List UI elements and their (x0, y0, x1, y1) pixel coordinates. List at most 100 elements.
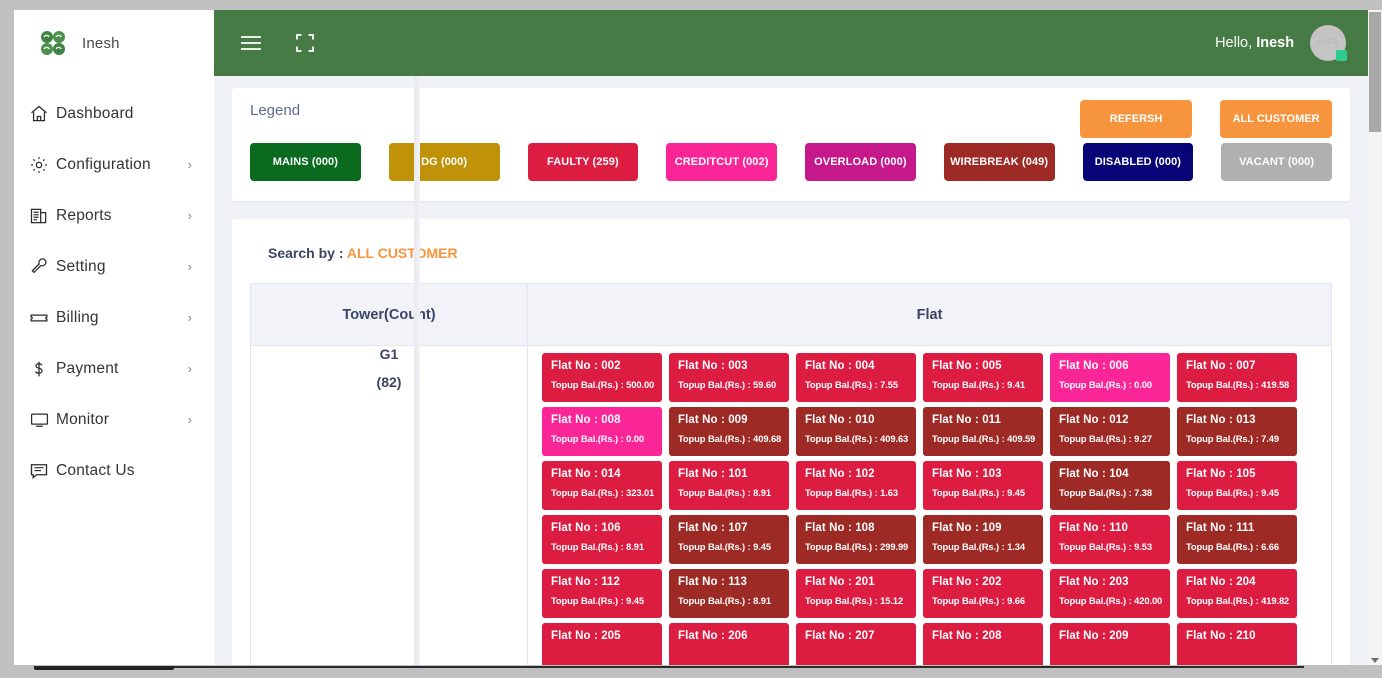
flat-card[interactable]: Flat No : 104 Topup Bal.(Rs.) : 7.38 (1050, 461, 1170, 510)
flat-balance: Topup Bal.(Rs.) : 6.66 (1186, 541, 1279, 552)
legend-faulty-button[interactable]: FAULTY (259) (527, 143, 639, 181)
flat-card[interactable]: Flat No : 107 Topup Bal.(Rs.) : 9.45 (669, 515, 789, 564)
flat-balance: Topup Bal.(Rs.) : 59.60 (678, 379, 777, 390)
flat-card[interactable]: Flat No : 209 (1050, 623, 1170, 665)
flat-card[interactable]: Flat No : 007 Topup Bal.(Rs.) : 419.58 (1177, 353, 1297, 402)
legend-overload-button[interactable]: OVERLOAD (000) (805, 143, 916, 181)
flat-balance: Topup Bal.(Rs.) : 409.63 (805, 433, 909, 444)
table-header-row: Tower(Count) Flat (250, 283, 1333, 346)
flat-card[interactable]: Flat No : 005 Topup Bal.(Rs.) : 9.41 (923, 353, 1043, 402)
vertical-scrollbar[interactable] (1368, 10, 1382, 665)
flat-card[interactable]: Flat No : 204 Topup Bal.(Rs.) : 419.82 (1177, 569, 1297, 618)
flat-card[interactable]: Flat No : 208 (923, 623, 1043, 665)
flat-balance: Topup Bal.(Rs.) : 9.53 (1059, 541, 1152, 552)
flat-number: Flat No : 101 (678, 468, 748, 480)
flat-number: Flat No : 007 (1186, 360, 1256, 372)
legend-vacant-button[interactable]: VACANT (000) (1221, 143, 1332, 181)
flat-number: Flat No : 103 (932, 468, 1002, 480)
sidebar-label: Contact Us (56, 461, 135, 479)
sidebar-item-billing[interactable]: Billing › (14, 292, 214, 343)
flat-card[interactable]: Flat No : 004 Topup Bal.(Rs.) : 7.55 (796, 353, 916, 402)
flat-balance: Topup Bal.(Rs.) : 7.38 (1059, 487, 1152, 498)
flat-card[interactable]: Flat No : 207 (796, 623, 916, 665)
flat-card[interactable]: Flat No : 111 Topup Bal.(Rs.) : 6.66 (1177, 515, 1297, 564)
refresh-button[interactable]: REFERSH (1080, 100, 1193, 138)
legend-wirebreak-button[interactable]: WIREBREAK (049) (943, 143, 1055, 181)
flat-number: Flat No : 104 (1059, 468, 1129, 480)
sidebar-item-monitor[interactable]: Monitor › (14, 394, 214, 445)
legend-creditcut-button[interactable]: CREDITCUT (002) (666, 143, 777, 181)
flat-card[interactable]: Flat No : 105 Topup Bal.(Rs.) : 9.45 (1177, 461, 1297, 510)
flat-card[interactable]: Flat No : 011 Topup Bal.(Rs.) : 409.59 (923, 407, 1043, 456)
legend-mains-button[interactable]: MAINS (000) (250, 143, 361, 181)
sidebar-item-payment[interactable]: Payment › (14, 343, 214, 394)
sidebar-item-reports[interactable]: Reports › (14, 190, 214, 241)
flat-card[interactable]: Flat No : 110 Topup Bal.(Rs.) : 9.53 (1050, 515, 1170, 564)
legend-disabled-button[interactable]: DISABLED (000) (1082, 143, 1194, 181)
flat-card[interactable]: Flat No : 106 Topup Bal.(Rs.) : 8.91 (542, 515, 662, 564)
flat-number: Flat No : 203 (1059, 576, 1129, 588)
flat-card[interactable]: Flat No : 210 (1177, 623, 1297, 665)
flat-card[interactable]: Flat No : 203 Topup Bal.(Rs.) : 420.00 (1050, 569, 1170, 618)
legend-dg-button[interactable]: DG (000) (388, 143, 500, 181)
gear-icon (22, 155, 56, 175)
hamburger-icon[interactable] (238, 30, 264, 56)
flat-card[interactable]: Flat No : 009 Topup Bal.(Rs.) : 409.68 (669, 407, 789, 456)
avatar[interactable]: USER (1310, 25, 1348, 61)
sidebar-label: Payment (56, 359, 119, 377)
sidebar-item-setting[interactable]: Setting › (14, 241, 214, 292)
horizontal-scrollbar-track (34, 666, 1304, 668)
main-content: Hello, Inesh USER Legend REFERSH ALL CUS… (214, 10, 1368, 665)
flat-card[interactable]: Flat No : 202 Topup Bal.(Rs.) : 9.66 (923, 569, 1043, 618)
sidebar-item-dashboard[interactable]: Dashboard (14, 88, 214, 139)
flat-card[interactable]: Flat No : 010 Topup Bal.(Rs.) : 409.63 (796, 407, 916, 456)
report-icon (22, 206, 56, 226)
flat-number: Flat No : 201 (805, 576, 875, 588)
customer-table-card: Search by : ALL CUSTOMER Tower(Count) Fl… (232, 219, 1351, 665)
sidebar: Inesh Dashboard Configuration › Reports … (14, 10, 214, 665)
horizontal-scrollbar[interactable] (14, 666, 1368, 672)
flat-card[interactable]: Flat No : 206 (669, 623, 789, 665)
flat-balance: Topup Bal.(Rs.) : 9.45 (551, 595, 644, 606)
app-window: Inesh Dashboard Configuration › Reports … (14, 10, 1368, 665)
flat-number: Flat No : 012 (1059, 414, 1129, 426)
topbar-right: Hello, Inesh USER (1215, 25, 1348, 61)
chevron-right-icon: › (187, 259, 192, 274)
flat-number: Flat No : 010 (805, 414, 875, 426)
flat-card[interactable]: Flat No : 112 Topup Bal.(Rs.) : 9.45 (542, 569, 662, 618)
flat-card[interactable]: Flat No : 201 Topup Bal.(Rs.) : 15.12 (796, 569, 916, 618)
flat-balance: Topup Bal.(Rs.) : 8.91 (551, 541, 644, 552)
brand[interactable]: Inesh (14, 10, 214, 76)
sidebar-item-contact-us[interactable]: Contact Us (14, 445, 214, 496)
flat-card[interactable]: Flat No : 002 Topup Bal.(Rs.) : 500.00 (542, 353, 662, 402)
flat-card[interactable]: Flat No : 108 Topup Bal.(Rs.) : 299.99 (796, 515, 916, 564)
flat-card[interactable]: Flat No : 013 Topup Bal.(Rs.) : 7.49 (1177, 407, 1297, 456)
search-by: Search by : ALL CUSTOMER (250, 239, 1332, 283)
flat-card[interactable]: Flat No : 003 Topup Bal.(Rs.) : 59.60 (669, 353, 789, 402)
flat-card[interactable]: Flat No : 008 Topup Bal.(Rs.) : 0.00 (542, 407, 662, 456)
flat-card[interactable]: Flat No : 205 (542, 623, 662, 665)
sidebar-label: Billing (56, 308, 99, 326)
scroll-down-arrow-icon[interactable] (1371, 658, 1379, 663)
flat-card[interactable]: Flat No : 006 Topup Bal.(Rs.) : 0.00 (1050, 353, 1170, 402)
flat-card[interactable]: Flat No : 101 Topup Bal.(Rs.) : 8.91 (669, 461, 789, 510)
flat-number: Flat No : 207 (805, 630, 875, 642)
flat-card[interactable]: Flat No : 103 Topup Bal.(Rs.) : 9.45 (923, 461, 1043, 510)
fullscreen-icon[interactable] (292, 30, 318, 56)
vertical-scrollbar-thumb[interactable] (1369, 12, 1381, 132)
flat-card[interactable]: Flat No : 012 Topup Bal.(Rs.) : 9.27 (1050, 407, 1170, 456)
sidebar-item-configuration[interactable]: Configuration › (14, 139, 214, 190)
message-icon (22, 461, 56, 481)
flat-card[interactable]: Flat No : 113 Topup Bal.(Rs.) : 8.91 (669, 569, 789, 618)
flat-card[interactable]: Flat No : 014 Topup Bal.(Rs.) : 323.01 (542, 461, 662, 510)
horizontal-scrollbar-thumb[interactable] (34, 666, 174, 670)
search-by-value[interactable]: ALL CUSTOMER (347, 245, 458, 261)
all-customer-button[interactable]: ALL CUSTOMER (1220, 100, 1333, 138)
brand-name: Inesh (82, 34, 120, 52)
flat-grid: Flat No : 002 Topup Bal.(Rs.) : 500.00 Fla… (528, 346, 1331, 665)
tower-name: G1 (379, 346, 399, 362)
flat-card[interactable]: Flat No : 109 Topup Bal.(Rs.) : 1.34 (923, 515, 1043, 564)
flat-number: Flat No : 202 (932, 576, 1002, 588)
flat-card[interactable]: Flat No : 102 Topup Bal.(Rs.) : 1.63 (796, 461, 916, 510)
flat-number: Flat No : 113 (678, 576, 748, 588)
